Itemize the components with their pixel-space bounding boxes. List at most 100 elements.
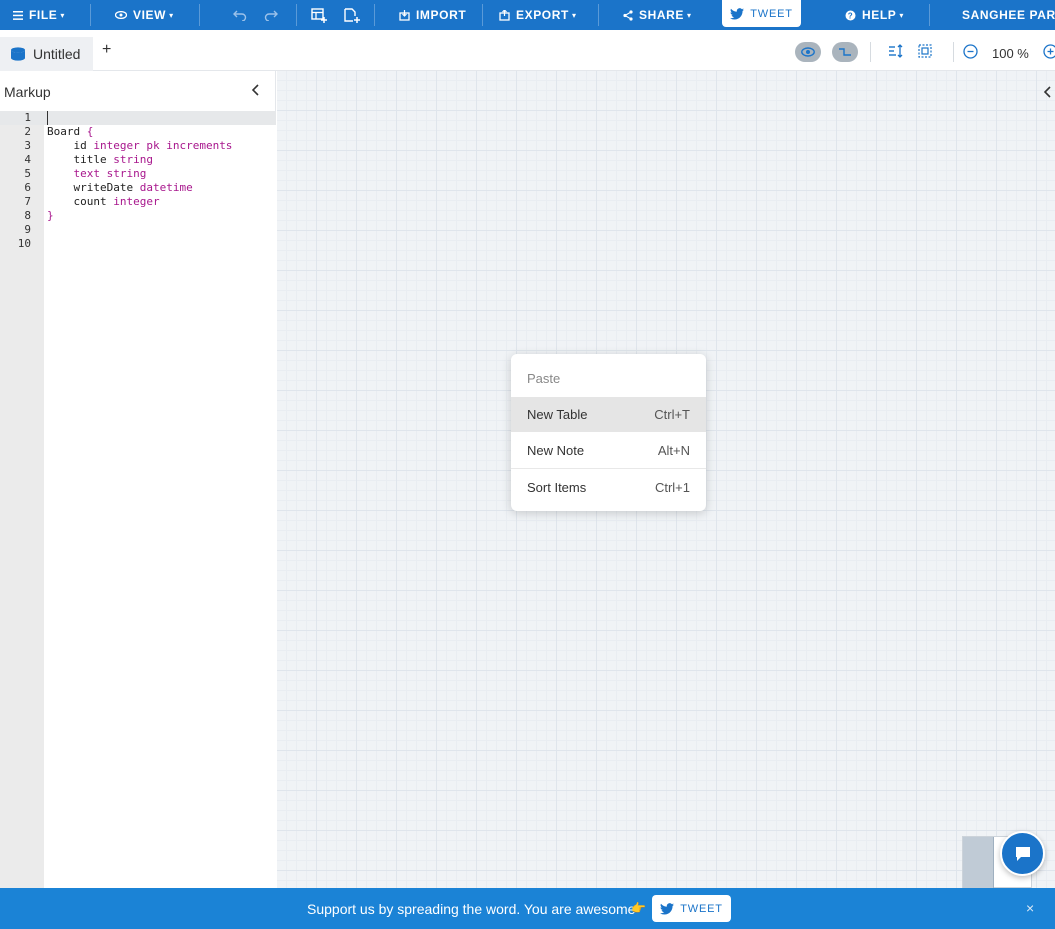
tweet-label: TWEET bbox=[680, 902, 723, 915]
toolbar-divider bbox=[374, 4, 375, 26]
code-keyword: { bbox=[86, 125, 94, 138]
twitter-icon bbox=[660, 902, 675, 915]
code-keyword: string bbox=[113, 153, 153, 166]
add-note-button[interactable] bbox=[344, 0, 360, 30]
connector-style-button[interactable] bbox=[832, 42, 858, 62]
undo-icon bbox=[233, 10, 247, 21]
chat-icon bbox=[1015, 846, 1030, 861]
code-text: count bbox=[47, 195, 114, 208]
help-label: HELP bbox=[862, 8, 897, 22]
view-menu-label: VIEW bbox=[133, 8, 167, 22]
code-line: } bbox=[47, 209, 54, 223]
menu-item-paste[interactable]: Paste bbox=[511, 363, 706, 393]
menu-item-label: New Table bbox=[527, 407, 588, 422]
import-icon bbox=[399, 9, 410, 21]
menu-item-label: Paste bbox=[527, 370, 561, 386]
view-menu-button[interactable]: VIEW ▾ bbox=[115, 0, 174, 30]
add-note-icon bbox=[344, 7, 360, 23]
line-number: 6 bbox=[24, 181, 31, 194]
menu-item-new-table[interactable]: New Table Ctrl+T bbox=[511, 397, 706, 432]
line-number: 3 bbox=[24, 139, 31, 152]
top-toolbar: FILE ▾ VIEW ▾ IMPORT EXPORT ▾ SHARE ▾ TWEET … bbox=[0, 0, 1055, 30]
share-menu-button[interactable]: SHARE ▾ bbox=[623, 0, 692, 30]
line-number: 2 bbox=[24, 125, 31, 138]
banner-tweet-button[interactable]: TWEET bbox=[652, 895, 731, 922]
zoom-in-icon[interactable] bbox=[1043, 44, 1055, 59]
close-icon[interactable]: × bbox=[1026, 900, 1034, 916]
eye-icon bbox=[115, 11, 127, 19]
menu-item-shortcut: Alt+N bbox=[657, 443, 690, 458]
share-label: SHARE bbox=[639, 8, 685, 22]
code-text: title bbox=[47, 153, 114, 166]
toolbar-divider bbox=[953, 42, 954, 62]
code-line: text string bbox=[47, 167, 146, 181]
toolbar-divider bbox=[90, 4, 91, 26]
banner-text: Support us by spreading the word. You ar… bbox=[307, 901, 636, 917]
connector-icon bbox=[839, 48, 851, 56]
share-icon bbox=[623, 9, 633, 21]
undo-button[interactable] bbox=[233, 0, 247, 30]
context-menu: Paste New Table Ctrl+T New Note Alt+N So… bbox=[511, 354, 706, 511]
toolbar-divider bbox=[482, 4, 483, 26]
toolbar-divider bbox=[199, 4, 200, 26]
chevron-down-icon: ▾ bbox=[60, 10, 66, 20]
line-number: 5 bbox=[24, 167, 31, 180]
file-menu-button[interactable]: FILE ▾ bbox=[13, 0, 65, 30]
chevron-down-icon: ▾ bbox=[899, 10, 905, 20]
view-toggle-button[interactable] bbox=[795, 42, 821, 62]
zoom-out-icon[interactable] bbox=[963, 44, 978, 59]
chevron-left-icon[interactable] bbox=[251, 84, 261, 96]
add-table-icon bbox=[311, 7, 327, 23]
import-button[interactable]: IMPORT bbox=[399, 0, 466, 30]
menu-item-new-note[interactable]: New Note Alt+N bbox=[511, 433, 706, 468]
code-keyword: integer bbox=[113, 195, 160, 208]
tweet-label: TWEET bbox=[750, 7, 793, 20]
chevron-down-icon: ▾ bbox=[687, 10, 692, 20]
minimap-viewport[interactable] bbox=[963, 837, 994, 889]
code-keyword: datetime bbox=[139, 181, 193, 194]
zoom-level: 100 % bbox=[992, 46, 1029, 61]
add-table-button[interactable] bbox=[311, 0, 327, 30]
chevron-left-icon[interactable] bbox=[1043, 86, 1053, 98]
code-editor[interactable] bbox=[44, 111, 276, 888]
user-menu-button[interactable]: SANGHEE PARK bbox=[962, 0, 1055, 30]
tweet-button[interactable]: TWEET bbox=[722, 0, 801, 27]
svg-text:?: ? bbox=[848, 11, 854, 20]
redo-button[interactable] bbox=[264, 0, 278, 30]
active-line-highlight bbox=[0, 111, 276, 125]
redo-icon bbox=[264, 10, 278, 21]
sort-icon[interactable] bbox=[888, 44, 904, 58]
export-menu-button[interactable]: EXPORT ▾ bbox=[499, 0, 577, 30]
menu-item-shortcut: Ctrl+T bbox=[654, 407, 690, 422]
toolbar-divider bbox=[929, 4, 930, 26]
add-tab-button[interactable]: + bbox=[102, 41, 111, 59]
line-number: 10 bbox=[17, 237, 31, 250]
menu-item-label: Sort Items bbox=[527, 480, 587, 495]
view-toggle-icon bbox=[801, 47, 815, 57]
support-banner: Support us by spreading the word. You ar… bbox=[0, 888, 1055, 929]
import-label: IMPORT bbox=[416, 8, 467, 22]
code-text: writeDate bbox=[47, 181, 140, 194]
markup-title: Markup bbox=[4, 84, 51, 100]
export-icon bbox=[499, 9, 510, 21]
menu-icon bbox=[13, 10, 23, 20]
database-icon bbox=[11, 47, 25, 61]
document-tab-bar: Untitled + 100 % bbox=[0, 30, 1055, 71]
line-number: 4 bbox=[24, 153, 31, 166]
menu-item-shortcut: Ctrl+1 bbox=[654, 480, 690, 495]
help-menu-button[interactable]: ? HELP ▾ bbox=[845, 0, 904, 30]
twitter-icon bbox=[730, 7, 745, 20]
code-line: writeDate datetime bbox=[47, 181, 193, 195]
menu-item-sort-items[interactable]: Sort Items Ctrl+1 bbox=[511, 470, 706, 505]
tab-label: Untitled bbox=[33, 46, 81, 62]
toolbar-divider bbox=[870, 42, 871, 62]
export-label: EXPORT bbox=[516, 8, 569, 22]
chat-button[interactable] bbox=[1000, 831, 1045, 876]
line-number: 9 bbox=[24, 223, 31, 236]
code-keyword: integer pk increments bbox=[93, 139, 233, 152]
help-icon: ? bbox=[845, 10, 856, 20]
code-text: Board bbox=[47, 125, 87, 138]
fit-icon[interactable] bbox=[918, 44, 932, 58]
markup-panel: Markup 1 2 3 4 5 6 7 8 9 10 Board { id i… bbox=[0, 71, 276, 888]
tab-untitled[interactable]: Untitled bbox=[0, 37, 93, 71]
